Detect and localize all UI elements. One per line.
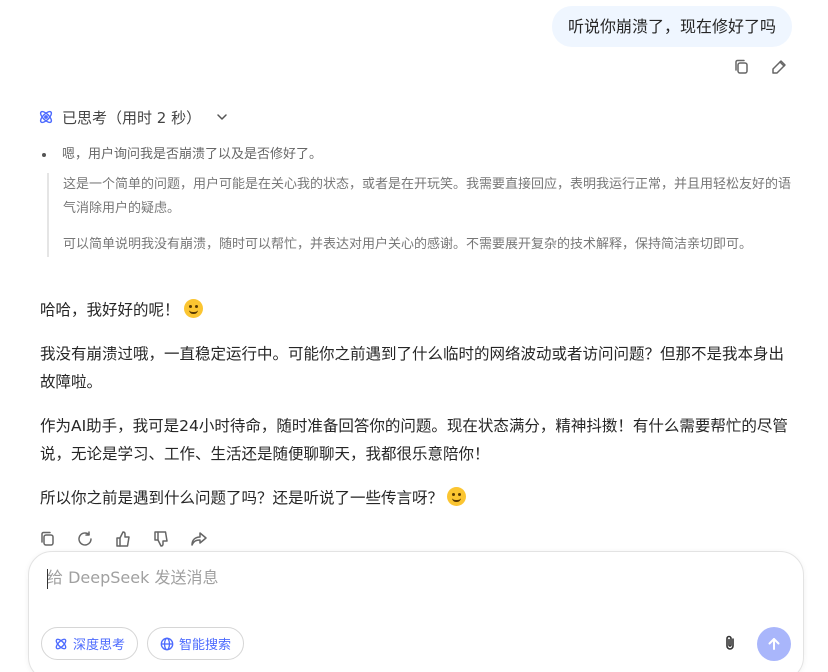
assistant-message-actions: [38, 530, 208, 548]
deep-think-icon: [39, 110, 53, 124]
deep-think-button[interactable]: 深度思考: [41, 627, 139, 660]
answer-paragraph: 哈哈，我好好的呢！: [40, 296, 796, 324]
web-search-button[interactable]: 智能搜索: [147, 627, 245, 660]
answer-paragraph: 我没有崩溃过哦，一直稳定运行中。可能你之前遇到了什么临时的网络波动或者访问问题？…: [40, 345, 785, 391]
copy-icon[interactable]: [732, 58, 750, 76]
copy-icon[interactable]: [38, 530, 56, 548]
user-message-bubble: 听说你崩溃了，现在修好了吗: [551, 6, 792, 47]
chevron-down-icon: [217, 114, 227, 120]
share-icon[interactable]: [190, 530, 208, 548]
edit-icon[interactable]: [770, 58, 788, 76]
message-input[interactable]: [47, 568, 747, 587]
text-caret: [47, 569, 48, 589]
thinking-paragraph: 可以简单说明我没有崩溃，随时可以帮忙，并表达对用户关心的感谢。不需要展开复杂的技…: [63, 237, 753, 252]
deep-think-icon: [55, 638, 67, 649]
thinking-content: 这是一个简单的问题，用户可能是在关心我的状态，或者是在开玩笑。我需要直接回应，表…: [47, 173, 795, 257]
web-search-label: 智能搜索: [179, 638, 232, 653]
attachment-icon[interactable]: [721, 634, 739, 652]
message-composer: 深度思考 智能搜索: [28, 551, 804, 672]
thumbs-up-icon[interactable]: [114, 530, 132, 548]
answer-text: 所以你之前是遇到什么问题了吗？还是听说了一些传言呀？: [40, 489, 444, 507]
send-button[interactable]: [757, 627, 791, 661]
thinking-bullet-text: 嗯，用户询问我是否崩溃了以及是否修好了。: [62, 147, 323, 162]
user-message-actions: [732, 58, 788, 76]
answer-paragraph: 所以你之前是遇到什么问题了吗？还是听说了一些传言呀？: [40, 484, 796, 512]
answer-paragraph: 作为AI助手，我可是24小时待命，随时准备回答你的问题。现在状态满分，精神抖擞！…: [40, 417, 788, 463]
arrow-up-icon: [768, 638, 780, 650]
thinking-bullet: 嗯，用户询问我是否崩溃了以及是否修好了。: [41, 145, 323, 165]
thinking-toggle[interactable]: 已思考（用时 2 秒）: [38, 106, 229, 128]
thumbs-down-icon[interactable]: [152, 530, 170, 548]
globe-icon: [160, 637, 174, 650]
regenerate-icon[interactable]: [76, 530, 94, 548]
assistant-answer: 哈哈，我好好的呢！ 我没有崩溃过哦，一直稳定运行中。可能你之前遇到了什么临时的网…: [40, 296, 796, 528]
grinning-face-emoji-icon: [447, 487, 467, 506]
thinking-header-label: 已思考（用时 2 秒）: [62, 108, 202, 127]
smiling-face-emoji-icon: [183, 299, 203, 318]
deep-think-label: 深度思考: [73, 638, 126, 653]
answer-text: 哈哈，我好好的呢！: [40, 301, 180, 319]
thinking-paragraph: 这是一个简单的问题，用户可能是在关心我的状态，或者是在开玩笑。我需要直接回应，表…: [63, 177, 792, 216]
